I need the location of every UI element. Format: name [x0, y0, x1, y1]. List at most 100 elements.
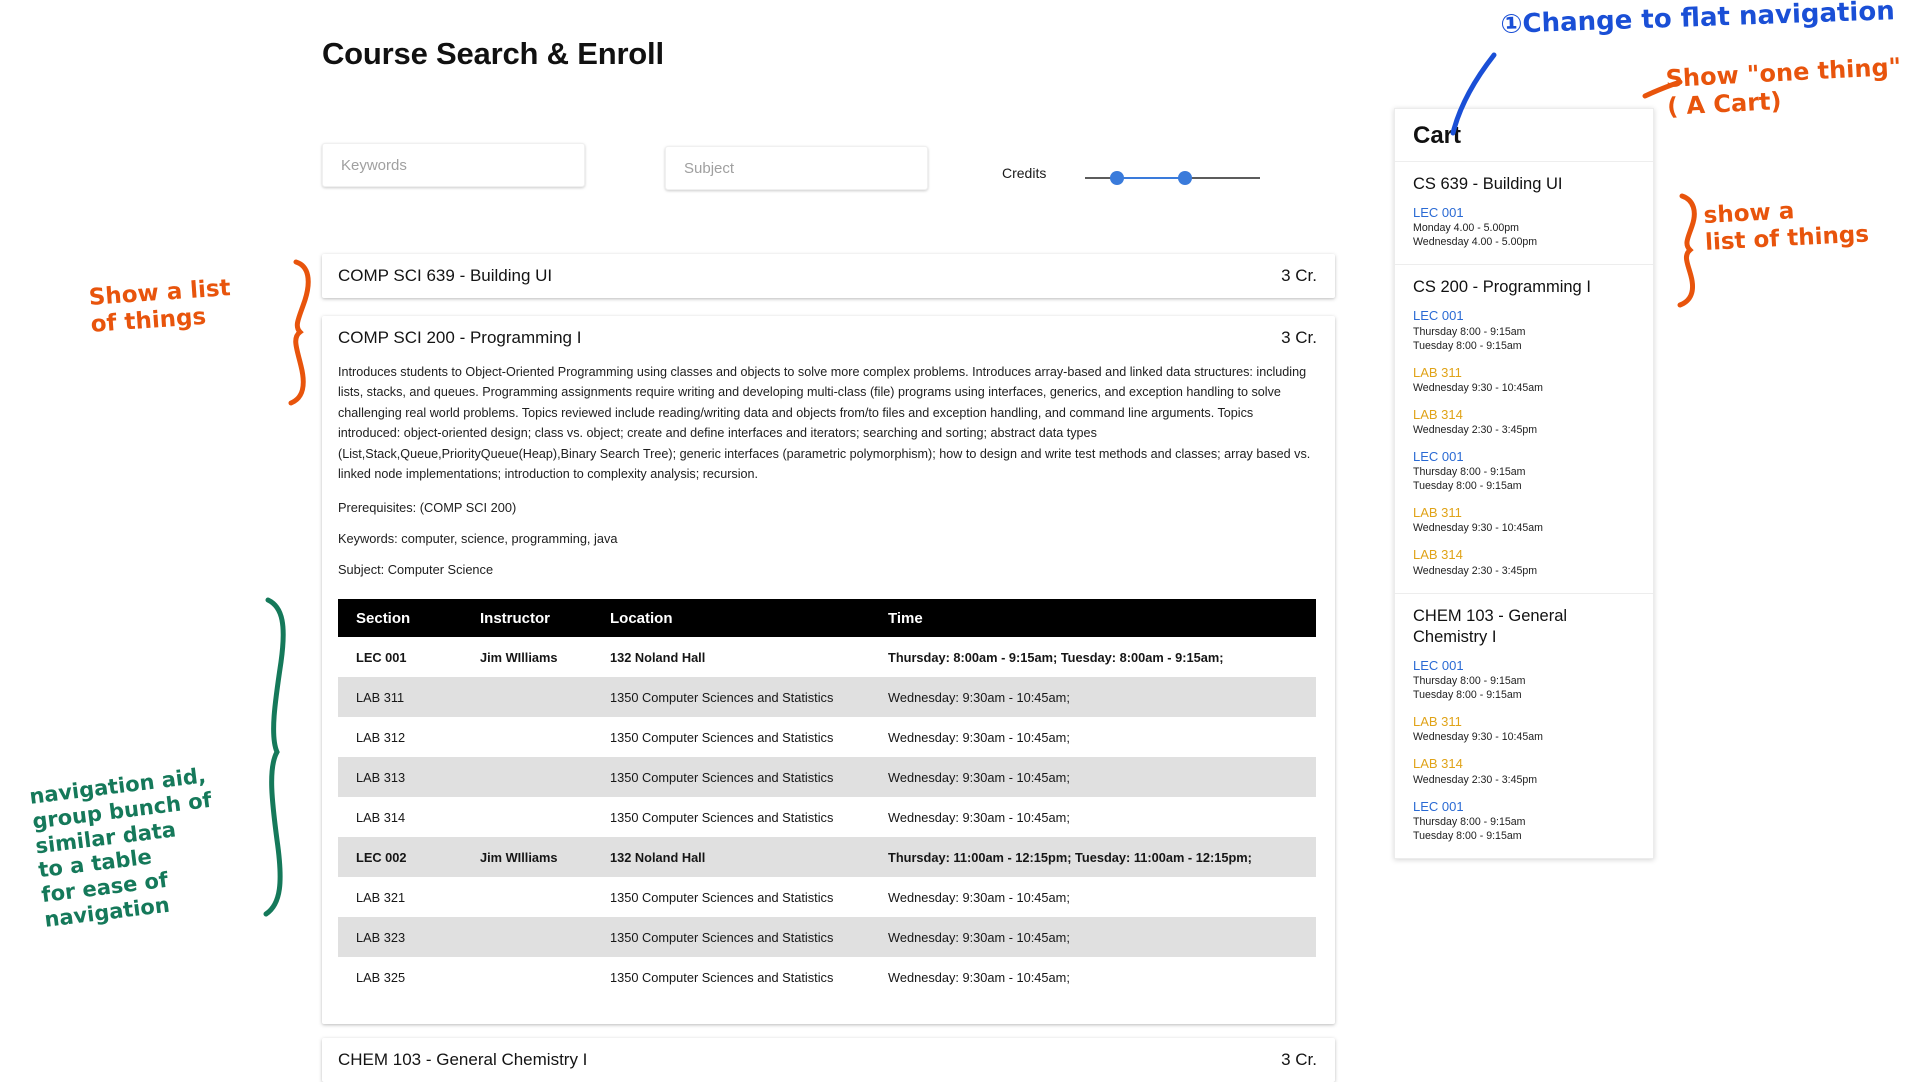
cart-item-course-name: CHEM 103 - General Chemistry I — [1413, 606, 1568, 646]
cell-location: 1350 Computer Sciences and Statistics — [592, 677, 870, 718]
cart-section[interactable]: LAB 314 Wednesday 2:30 - 3:45pm — [1413, 407, 1637, 438]
cart-section[interactable]: LAB 311 Wednesday 9:30 - 10:45am — [1413, 714, 1637, 745]
cart-section-label[interactable]: LEC 001 — [1413, 658, 1637, 674]
course-card-header[interactable]: COMP SCI 200 - Programming I 3 Cr. — [322, 316, 1335, 360]
cart-section-label[interactable]: LAB 311 — [1413, 505, 1637, 521]
cart-section-time: Tuesday 8:00 - 9:15am — [1413, 829, 1522, 842]
cell-instructor — [462, 957, 592, 998]
cell-instructor — [462, 877, 592, 918]
cell-time: Wednesday: 9:30am - 10:45am; — [870, 877, 1316, 918]
table-row[interactable]: LEC 001 Jim WIlliams 132 Noland Hall Thursd… — [338, 637, 1316, 678]
cart-section-time: Tuesday 8:00 - 9:15am — [1413, 689, 1522, 702]
cart-section-label[interactable]: LEC 001 — [1413, 205, 1637, 221]
course-card-expanded[interactable]: COMP SCI 200 - Programming I 3 Cr. Intro… — [322, 316, 1335, 1024]
course-search-page: Course Search & Enroll Credits COMP SCI … — [0, 0, 1920, 1082]
cell-instructor: Jim WIlliams — [462, 837, 592, 878]
col-header-location[interactable]: Location — [592, 599, 870, 638]
subject-field-card[interactable] — [665, 146, 928, 190]
cell-section: LAB 314 — [338, 797, 462, 838]
credits-range-slider[interactable] — [1085, 168, 1260, 188]
table-row[interactable]: LAB 314 1350 Computer Sciences and Statis… — [338, 797, 1316, 838]
cell-time: Wednesday: 9:30am - 10:45am; — [870, 757, 1316, 798]
course-card-collapsed[interactable]: COMP SCI 639 - Building UI 3 Cr. — [322, 254, 1335, 298]
slider-handle-max[interactable] — [1177, 171, 1192, 185]
cell-section: LAB 313 — [338, 757, 462, 798]
course-keywords: Keywords: computer, science, programming… — [338, 531, 618, 547]
cart-title: Cart — [1395, 109, 1653, 162]
col-header-section[interactable]: Section — [338, 599, 462, 638]
course-card-header[interactable]: CHEM 103 - General Chemistry I 3 Cr. — [322, 1038, 1335, 1082]
cart-section[interactable]: LEC 001 Monday 4.00 - 5.00pm Wednesday 4.0… — [1413, 205, 1637, 250]
cart-section-label[interactable]: LEC 001 — [1413, 308, 1637, 324]
cell-instructor: Jim WIlliams — [462, 637, 592, 678]
cart-section[interactable]: LEC 001 Thursday 8:00 - 9:15am Tuesday 8:0… — [1413, 308, 1637, 353]
cart-section-label[interactable]: LAB 311 — [1413, 714, 1637, 730]
cart-section[interactable]: LAB 311 Wednesday 9:30 - 10:45am — [1413, 365, 1637, 396]
cell-section: LAB 321 — [338, 877, 462, 918]
sections-table-body: LEC 001 Jim WIlliams 132 Noland Hall Thursd… — [338, 637, 1316, 998]
cart-section-label[interactable]: LAB 314 — [1413, 547, 1637, 563]
table-row[interactable]: LAB 323 1350 Computer Sciences and Statis… — [338, 917, 1316, 958]
cell-location: 132 Noland Hall — [592, 837, 870, 878]
course-card-collapsed[interactable]: CHEM 103 - General Chemistry I 3 Cr. — [322, 1038, 1335, 1082]
cell-section: LEC 002 — [338, 837, 462, 878]
cell-instructor — [462, 677, 592, 718]
cell-location: 1350 Computer Sciences and Statistics — [592, 877, 870, 918]
course-card-header[interactable]: COMP SCI 639 - Building UI 3 Cr. — [322, 254, 1335, 298]
search-input-keywords[interactable] — [323, 144, 584, 186]
course-card-body: Introduces students to Object-Oriented P… — [322, 360, 1335, 998]
cell-location: 1350 Computer Sciences and Statistics — [592, 917, 870, 958]
table-header-row: Section Instructor Location Time — [338, 599, 1316, 638]
credits-label: Credits — [1002, 165, 1047, 181]
course-title: COMP SCI 200 - Programming I — [338, 328, 582, 347]
cart-section-time: Thursday 8:00 - 9:15am — [1413, 325, 1526, 338]
sections-table: Section Instructor Location Time LEC 001… — [338, 599, 1316, 998]
slider-selected-range — [1116, 177, 1185, 179]
sections-table-head: Section Instructor Location Time — [338, 599, 1316, 638]
cell-time: Thursday: 11:00am - 12:15pm; Tuesday: 11… — [870, 837, 1316, 878]
cell-instructor — [462, 797, 592, 838]
keywords-field-card[interactable] — [322, 143, 585, 187]
cart-item[interactable]: CHEM 103 - General Chemistry I LEC 001 Thu… — [1395, 594, 1653, 858]
table-row[interactable]: LAB 311 1350 Computer Sciences and Statis… — [338, 677, 1316, 718]
search-input-subject[interactable] — [666, 147, 927, 189]
course-description: Introduces students to Object-Oriented P… — [338, 365, 1311, 481]
cart-section[interactable]: LAB 311 Wednesday 9:30 - 10:45am — [1413, 505, 1637, 536]
cart-item-course-name: CS 200 - Programming I — [1413, 278, 1591, 297]
table-row[interactable]: LAB 325 1350 Computer Sciences and Statis… — [338, 957, 1316, 998]
cart-items-list: CS 639 - Building UI LEC 001 Monday 4.00 -… — [1395, 162, 1653, 858]
cart-section[interactable]: LAB 314 Wednesday 2:30 - 3:45pm — [1413, 756, 1637, 787]
cell-instructor — [462, 757, 592, 798]
cart-section-label[interactable]: LAB 314 — [1413, 407, 1637, 423]
col-header-time[interactable]: Time — [870, 599, 1316, 638]
cart-section-label[interactable]: LAB 311 — [1413, 365, 1637, 381]
cell-location: 132 Noland Hall — [592, 637, 870, 678]
cell-location: 1350 Computer Sciences and Statistics — [592, 797, 870, 838]
table-row[interactable]: LAB 312 1350 Computer Sciences and Statis… — [338, 717, 1316, 758]
cart-section-time: Monday 4.00 - 5.00pm — [1413, 222, 1519, 235]
course-prerequisites: Prerequisites: (COMP SCI 200) — [338, 500, 517, 516]
cart-section-time: Wednesday 9:30 - 10:45am — [1413, 522, 1543, 535]
cart-section-label[interactable]: LEC 001 — [1413, 449, 1637, 465]
slider-handle-min[interactable] — [1109, 171, 1124, 185]
cart-section[interactable]: LEC 001 Thursday 8:00 - 9:15am Tuesday 8:0… — [1413, 658, 1637, 703]
cart-section[interactable]: LEC 001 Thursday 8:00 - 9:15am Tuesday 8:0… — [1413, 449, 1637, 494]
cart-item[interactable]: CS 200 - Programming I LEC 001 Thursday 8:… — [1395, 265, 1653, 594]
cell-time: Wednesday: 9:30am - 10:45am; — [870, 957, 1316, 998]
cart-section-time: Wednesday 9:30 - 10:45am — [1413, 731, 1543, 744]
cart-section-time: Thursday 8:00 - 9:15am — [1413, 815, 1526, 828]
cart-section[interactable]: LEC 001 Thursday 8:00 - 9:15am Tuesday 8:0… — [1413, 799, 1637, 844]
ann-list-of-things-right: show a list of things — [1703, 198, 1870, 257]
cell-location: 1350 Computer Sciences and Statistics — [592, 957, 870, 998]
cart-item[interactable]: CS 639 - Building UI LEC 001 Monday 4.00 -… — [1395, 162, 1653, 266]
table-row[interactable]: LEC 002 Jim WIlliams 132 Noland Hall Thursd… — [338, 837, 1316, 878]
table-row[interactable]: LAB 313 1350 Computer Sciences and Statis… — [338, 757, 1316, 798]
cell-time: Wednesday: 9:30am - 10:45am; — [870, 717, 1316, 758]
cart-section-label[interactable]: LEC 001 — [1413, 799, 1637, 815]
table-row[interactable]: LAB 321 1350 Computer Sciences and Statis… — [338, 877, 1316, 918]
cart-section-label[interactable]: LAB 314 — [1413, 756, 1637, 772]
cell-section: LEC 001 — [338, 637, 462, 678]
course-title: COMP SCI 639 - Building UI — [338, 266, 553, 285]
cart-section[interactable]: LAB 314 Wednesday 2:30 - 3:45pm — [1413, 547, 1637, 578]
col-header-instructor[interactable]: Instructor — [462, 599, 592, 638]
